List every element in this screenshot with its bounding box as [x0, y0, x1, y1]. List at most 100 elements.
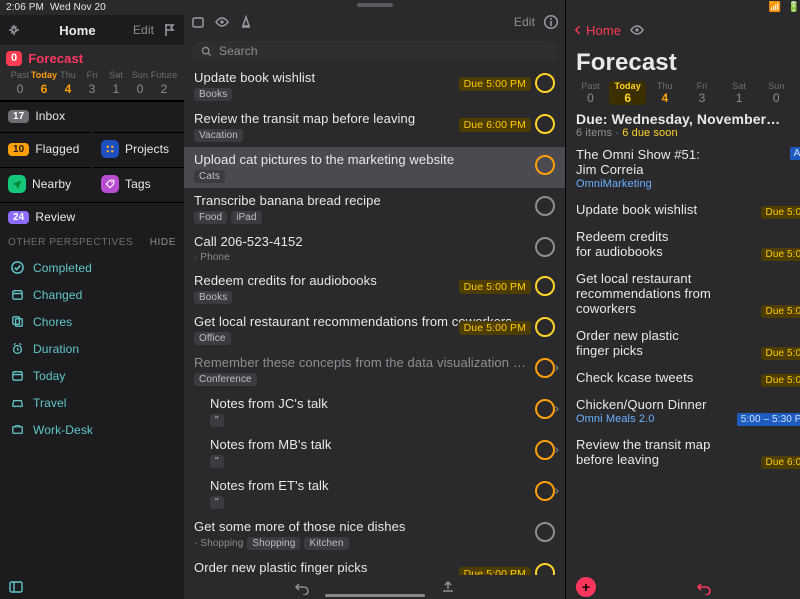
task-row[interactable]: Update book wishlist Books Due 5:00 PM [184, 65, 565, 106]
forecast-badge: 0 [6, 51, 22, 66]
back-button[interactable]: Home [572, 23, 621, 38]
forecast-task[interactable]: Order new plasticfinger picks Due 5:00 P… [566, 322, 800, 364]
perspective-today[interactable]: Today [0, 362, 184, 389]
task-row[interactable]: Review the transit map before leaving Va… [184, 106, 565, 147]
chevron-right-icon[interactable] [553, 446, 561, 454]
nav-nearby[interactable]: Nearby [0, 167, 91, 200]
forecast-task[interactable]: Get local restaurantrecommendations from… [566, 265, 800, 322]
tasklist-toolbar: Edit [184, 7, 565, 37]
task-checkbox[interactable] [535, 276, 555, 296]
forecast-task[interactable]: Chicken/Quorn Dinner Omni Meals 2.0 5:00… [566, 391, 800, 431]
due-chip: Due 5:00 PM [459, 321, 531, 335]
perspective-completed[interactable]: Completed [0, 254, 184, 281]
view-icon[interactable] [214, 14, 230, 30]
task-checkbox[interactable] [535, 155, 555, 175]
forecast-day[interactable]: Sun 0 [128, 70, 152, 96]
forecast-day[interactable]: Fri 3 [80, 70, 104, 96]
outline-icon[interactable] [190, 14, 206, 30]
forecast-day[interactable]: Future2 [795, 81, 800, 105]
tasklist-edit-button[interactable]: Edit [514, 15, 535, 29]
task-checkbox[interactable] [535, 237, 555, 257]
hide-button[interactable]: HIDE [150, 237, 176, 248]
forecast-day[interactable]: Fri3 [683, 81, 720, 105]
sidebar-edit-button[interactable]: Edit [133, 23, 154, 37]
add-task-button[interactable]: + [576, 577, 596, 597]
task-checkbox[interactable] [535, 440, 555, 460]
forecast-task[interactable]: Check kcase tweets Due 5:00 PM [566, 364, 800, 391]
undo-icon[interactable] [696, 579, 712, 595]
undo-icon[interactable] [294, 579, 310, 595]
task-checkbox[interactable] [535, 317, 555, 337]
car-icon [10, 395, 25, 410]
forecast-day[interactable]: Sun0 [758, 81, 795, 105]
inbox-count: 17 [8, 110, 29, 123]
chevron-right-icon[interactable] [553, 405, 561, 413]
status-bar: 2:06 PM Wed Nov 20 [0, 0, 184, 15]
task-checkbox[interactable] [535, 358, 555, 378]
info-icon[interactable] [543, 14, 559, 30]
perspective-travel[interactable]: Travel [0, 389, 184, 416]
perspective-duration[interactable]: Duration [0, 335, 184, 362]
due-header[interactable]: Due: Wednesday, November… 6 items · 6 du… [566, 105, 800, 141]
forecast-toolbar: Home Edit [566, 15, 800, 45]
forecast-day[interactable]: Thu4 [646, 81, 683, 105]
nav-tags[interactable]: Tags [93, 167, 184, 200]
task-row[interactable]: Order new plastic finger picks Shopping … [184, 555, 565, 575]
chevron-right-icon[interactable] [553, 487, 561, 495]
task-row[interactable]: Get local restaurant recommendations fro… [184, 309, 565, 350]
settings-icon[interactable] [6, 22, 22, 38]
nav-flagged[interactable]: 10 Flagged [0, 132, 91, 165]
forecast-day[interactable]: Future 2 [152, 70, 176, 96]
pin-icon[interactable] [162, 22, 178, 38]
forecast-day[interactable]: Thu 4 [56, 70, 80, 96]
status-date: Wed Nov 20 [50, 2, 106, 13]
task-row[interactable]: Get some more of those nice dishes · Sho… [184, 514, 565, 555]
task-checkbox[interactable] [535, 563, 555, 575]
task-row[interactable]: Call 206-523-4152 · Phone [184, 229, 565, 268]
sidebar-panel-icon[interactable] [8, 579, 24, 595]
task-checkbox[interactable] [535, 114, 555, 134]
forecast-task[interactable]: The Omni Show #51:Jim Correia OmniMarket… [566, 141, 800, 196]
nav-review[interactable]: 24 Review [0, 202, 184, 231]
perspective-work-desk[interactable]: Work-Desk [0, 416, 184, 443]
forecast-tile-label: Forecast [28, 51, 83, 66]
task-checkbox[interactable] [535, 73, 555, 93]
task-checkbox[interactable] [535, 481, 555, 501]
task-checkbox[interactable] [535, 399, 555, 419]
task-row[interactable]: Notes from ET's talk " [184, 473, 565, 514]
tags-icon [101, 175, 119, 193]
task-row[interactable]: Remember these concepts from the data vi… [184, 350, 565, 391]
cleanup-icon[interactable] [238, 14, 254, 30]
nearby-icon [8, 175, 26, 193]
forecast-tile[interactable]: 0 Forecast Past 0 Today 6 Thu 4 Fri 3 Sa… [0, 45, 184, 101]
search-icon [200, 45, 213, 58]
chevron-right-icon[interactable] [553, 364, 561, 372]
task-row[interactable]: Notes from JC's talk " [184, 391, 565, 432]
task-row[interactable]: Upload cat pictures to the marketing web… [184, 147, 565, 188]
forecast-task[interactable]: Update book wishlist Due 5:00 PM [566, 196, 800, 223]
task-checkbox[interactable] [535, 196, 555, 216]
forecast-task[interactable]: Redeem creditsfor audiobooks Due 5:00 PM [566, 223, 800, 265]
task-row[interactable]: Redeem credits for audiobooks Books Due … [184, 268, 565, 309]
view-options-icon[interactable] [629, 22, 645, 38]
perspective-changed[interactable]: Changed [0, 281, 184, 308]
forecast-day[interactable]: Sat 1 [104, 70, 128, 96]
nav-inbox[interactable]: 17 Inbox [0, 101, 184, 130]
task-checkbox[interactable] [535, 522, 555, 542]
forecast-day[interactable]: Today 6 [32, 70, 56, 96]
task-row[interactable]: Transcribe banana bread recipe FoodiPad [184, 188, 565, 229]
sidebar: 2:06 PM Wed Nov 20 Home Edit 0 Forecast … [0, 0, 184, 599]
perspective-chores[interactable]: Chores [0, 308, 184, 335]
forecast-day[interactable]: Past 0 [8, 70, 32, 96]
task-row[interactable]: Notes from MB's talk " [184, 432, 565, 473]
due-chip: Due 5:00 PM [459, 567, 531, 575]
home-indicator[interactable] [325, 594, 425, 597]
search-input[interactable]: Search [192, 41, 557, 61]
forecast-day[interactable]: Sat1 [721, 81, 758, 105]
forecast-day[interactable]: Past0 [572, 81, 609, 105]
forecast-task[interactable]: Review the transit mapbefore leaving Due… [566, 431, 800, 473]
status-time: 2:06 PM [6, 2, 44, 13]
nav-projects[interactable]: Projects [93, 132, 184, 165]
forecast-day[interactable]: Today6 [609, 81, 646, 105]
share-icon[interactable] [440, 579, 456, 595]
